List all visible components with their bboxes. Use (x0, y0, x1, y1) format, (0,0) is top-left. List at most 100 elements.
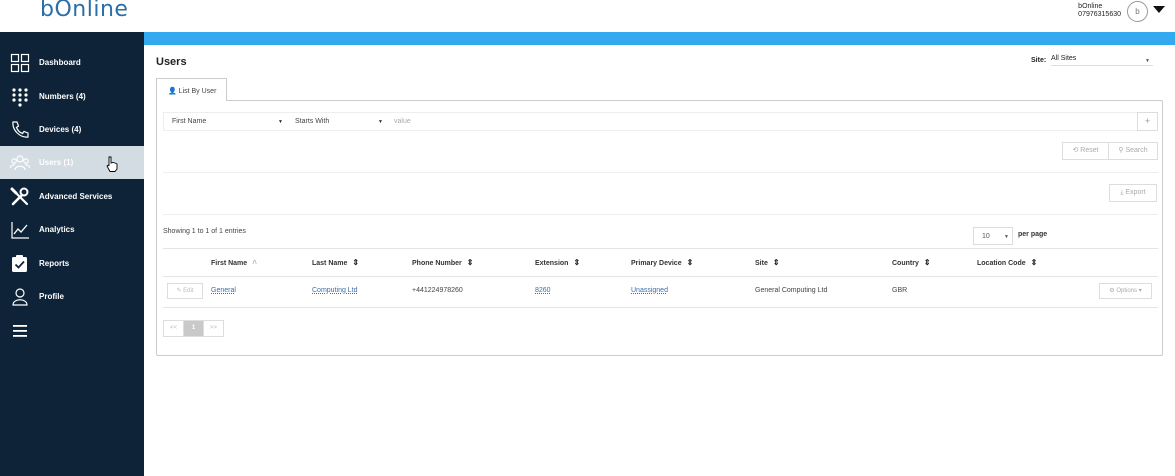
chevron-down-icon: ▼ (278, 119, 283, 125)
options-button[interactable]: ⚙ Options ▾ (1099, 283, 1152, 299)
sort-icon: ⇕ (1030, 258, 1038, 267)
chevron-down-icon: ▼ (378, 119, 383, 125)
column-header-extension[interactable]: Extension ⇕ (535, 258, 580, 267)
gear-icon: ⚙ (1109, 288, 1115, 294)
pagination-next[interactable]: >> (203, 320, 224, 337)
sidebar-item-reports[interactable]: Reports (0, 247, 144, 280)
options-label: Options (1116, 288, 1138, 294)
column-label: Last Name (312, 260, 348, 267)
sidebar: Dashboard Numbers (4) Devices (4) Users … (0, 32, 144, 476)
accent-bar (144, 32, 1175, 45)
add-filter-button[interactable]: + (1137, 112, 1158, 131)
edit-button[interactable]: ✎ Edit (167, 283, 203, 299)
tab-list-by-user[interactable]: 👤 List By User (156, 78, 227, 101)
sort-icon: ⇕ (466, 258, 474, 267)
sidebar-item-advanced-services[interactable]: Advanced Services (0, 180, 144, 213)
site-select[interactable]: All Sites ▼ (1051, 55, 1153, 66)
site-label: Site: (1031, 57, 1047, 64)
sidebar-item-numbers[interactable]: Numbers (4) (0, 80, 144, 113)
tools-icon (10, 187, 29, 206)
users-panel: First Name ▼ Starts With ▼ value + ⟲ Res… (156, 100, 1163, 356)
cell-last-name[interactable]: Computing Ltd (312, 287, 358, 294)
filter-operator-select[interactable]: Starts With ▼ (295, 118, 385, 125)
sort-icon: ⇕ (772, 258, 780, 267)
grid-icon (10, 53, 30, 73)
cell-phone-number: +441224978260 (412, 287, 463, 294)
column-label: Site (755, 260, 768, 267)
header-divider (163, 276, 1158, 277)
avatar[interactable]: b (1127, 1, 1148, 22)
chevron-down-icon: ▼ (1145, 58, 1150, 64)
keypad-icon (12, 88, 28, 107)
sidebar-item-devices[interactable]: Devices (4) (0, 113, 144, 146)
search-button[interactable]: ⚲ Search (1108, 142, 1158, 160)
per-page-value: 10 (982, 233, 990, 240)
table-top-border (163, 248, 1158, 249)
pagination: << 1 >> (163, 320, 224, 337)
reset-icon: ⟲ (1072, 147, 1079, 154)
hamburger-icon (13, 325, 27, 337)
account-caret-icon[interactable] (1153, 6, 1165, 13)
pagination-prev[interactable]: << (163, 320, 184, 337)
edit-label: Edit (183, 288, 194, 294)
table-bottom-border (163, 307, 1158, 308)
phone-icon (12, 121, 29, 138)
search-icon: ⚲ (1118, 147, 1124, 154)
filter-field-select[interactable]: First Name ▼ (172, 118, 284, 125)
sort-asc-icon: ˄ (252, 258, 257, 267)
sidebar-item-profile[interactable]: Profile (0, 280, 144, 313)
chevron-down-icon: ▼ (1004, 234, 1009, 240)
cell-country: GBR (892, 287, 908, 294)
column-label: Location Code (977, 260, 1026, 267)
column-label: First Name (211, 260, 248, 267)
sidebar-item-label: Devices (4) (39, 125, 82, 134)
cell-primary-device[interactable]: Unassigned (631, 287, 668, 294)
site-select-value: All Sites (1051, 55, 1077, 62)
sidebar-item-users[interactable]: Users (1) (0, 146, 144, 179)
checkbox-icon (12, 255, 27, 272)
users-icon (10, 155, 30, 171)
account-info: bOnline 07976315630 (1078, 3, 1121, 19)
export-label: Export (1125, 189, 1146, 196)
column-header-primary-device[interactable]: Primary Device ⇕ (631, 258, 693, 267)
column-label: Country (892, 260, 919, 267)
column-header-last-name[interactable]: Last Name ⇕ (312, 258, 359, 267)
column-header-first-name[interactable]: First Name ˄ (211, 258, 257, 267)
reset-label: Reset (1080, 147, 1099, 154)
sidebar-item-analytics[interactable]: Analytics (0, 213, 144, 246)
column-header-location-code[interactable]: Location Code ⇕ (977, 258, 1037, 267)
sidebar-item-label: Users (1) (39, 158, 74, 167)
column-header-country[interactable]: Country ⇕ (892, 258, 931, 267)
filter-operator-value: Starts With (295, 118, 330, 125)
sort-icon: ⇕ (923, 258, 931, 267)
search-label: Search (1125, 147, 1148, 154)
sidebar-item-label: Reports (39, 259, 70, 268)
sidebar-menu-toggle[interactable] (0, 314, 144, 347)
cell-site: General Computing Ltd (755, 287, 828, 294)
reset-button[interactable]: ⟲ Reset (1062, 142, 1109, 160)
column-header-site[interactable]: Site ⇕ (755, 258, 780, 267)
cell-first-name[interactable]: General (211, 287, 236, 294)
download-icon: ⤓ (1120, 189, 1124, 196)
main-content: Users Site: All Sites ▼ 👤 List By User F… (144, 45, 1175, 476)
pagination-page-1[interactable]: 1 (183, 320, 204, 337)
brand-logo[interactable]: bOnline (40, 0, 128, 22)
export-button[interactable]: ⤓ Export (1109, 184, 1157, 202)
per-page-select[interactable]: 10 ▼ (973, 227, 1013, 245)
hand-cursor-icon (106, 156, 118, 172)
account-phone: 07976315630 (1078, 11, 1121, 18)
chart-line-icon (11, 222, 29, 239)
filter-value-input[interactable]: value (394, 118, 411, 125)
column-label: Extension (535, 260, 569, 267)
column-label: Phone Number (412, 260, 462, 267)
sidebar-item-label: Numbers (4) (39, 92, 86, 101)
entries-summary: Showing 1 to 1 of 1 entries (163, 228, 246, 235)
tab-label: List By User (178, 88, 217, 95)
sidebar-item-dashboard[interactable]: Dashboard (0, 46, 144, 79)
divider (163, 214, 1158, 215)
sort-icon: ⇕ (352, 258, 360, 267)
top-bar: bOnline bOnline 07976315630 b (0, 0, 1175, 32)
column-header-phone-number[interactable]: Phone Number ⇕ (412, 258, 474, 267)
user-icon: 👤 (168, 88, 177, 95)
cell-extension[interactable]: 8260 (535, 287, 551, 294)
